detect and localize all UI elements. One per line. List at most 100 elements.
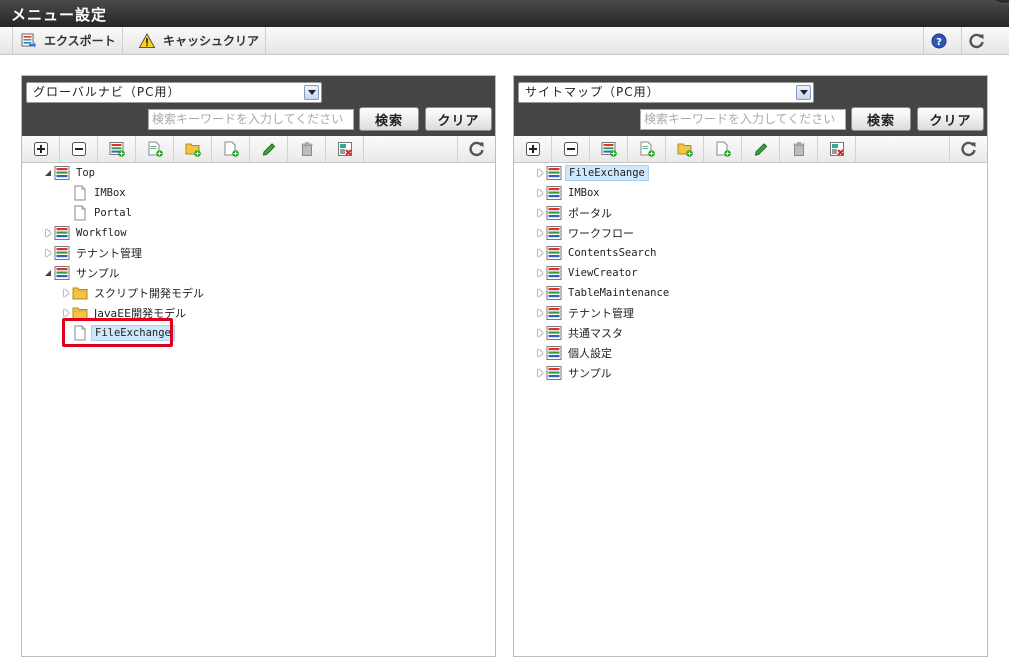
tree-node[interactable]: サンプル (536, 364, 615, 382)
expand-all-icon (525, 141, 541, 157)
menu-list-icon (546, 205, 562, 221)
left-tree-refresh-button[interactable] (457, 136, 495, 162)
collapsed-toggle-icon[interactable] (44, 248, 53, 258)
right-add-folder-button[interactable] (666, 136, 704, 162)
tree-node[interactable]: スクリプト開発モデル (62, 284, 207, 302)
menu-list-icon (546, 245, 562, 261)
menu-list-icon (546, 325, 562, 341)
right-edit-button[interactable] (742, 136, 780, 162)
expanded-toggle-icon[interactable] (44, 268, 53, 278)
left-add-folder-button[interactable] (174, 136, 212, 162)
tree-node[interactable]: ポータル (536, 204, 615, 222)
add-page-icon (639, 141, 655, 157)
refresh-icon (960, 141, 977, 157)
tree-node[interactable]: IMBox (62, 184, 129, 202)
left-add-menu-button[interactable] (98, 136, 136, 162)
right-search-input[interactable]: 検索キーワードを入力してください (640, 109, 846, 130)
tree-node[interactable]: サンプル (44, 264, 123, 282)
tree-node-label: IMBox (568, 187, 600, 199)
menu-list-icon (546, 305, 562, 321)
tree-node-label: Top (76, 167, 95, 179)
tree-node-label: サンプル (76, 267, 120, 280)
right-expand-all-button[interactable] (514, 136, 552, 162)
right-add-page-button[interactable] (628, 136, 666, 162)
collapse-all-icon (71, 141, 87, 157)
right-tree-refresh-button[interactable] (949, 136, 987, 162)
right-add-menu-button[interactable] (590, 136, 628, 162)
tree-node[interactable]: 共通マスタ (536, 324, 626, 342)
add-item-icon (715, 141, 731, 157)
tree-node[interactable]: IMBox (536, 184, 603, 202)
tree-node-label: テナント管理 (76, 247, 142, 260)
tree-node[interactable]: テナント管理 (44, 244, 145, 262)
tree-node-label: FileExchange (565, 165, 649, 181)
collapsed-toggle-icon[interactable] (62, 288, 71, 298)
left-add-page-button[interactable] (136, 136, 174, 162)
tree-node-label: ContentsSearch (568, 247, 657, 259)
tree-node[interactable]: 個人設定 (536, 344, 615, 362)
main-toolbar: エクスポート キャッシュクリア ? (0, 27, 1009, 55)
left-search-button[interactable]: 検索 (359, 107, 419, 131)
tree-node[interactable]: ワークフロー (536, 224, 637, 242)
right-search-button[interactable]: 検索 (851, 107, 911, 131)
collapsed-toggle-icon[interactable] (536, 168, 545, 178)
collapsed-toggle-icon[interactable] (536, 368, 545, 378)
right-clear-button[interactable]: クリア (917, 107, 984, 131)
left-edit-button[interactable] (250, 136, 288, 162)
tree-node[interactable]: TableMaintenance (536, 284, 672, 302)
collapse-all-icon (563, 141, 579, 157)
tree-node[interactable]: ContentsSearch (536, 244, 660, 262)
add-menu-icon (109, 141, 125, 157)
left-tree-toolbar (22, 136, 495, 163)
right-tree-toolbar (514, 136, 987, 163)
left-move-button[interactable] (326, 136, 364, 162)
collapsed-toggle-icon[interactable] (536, 188, 545, 198)
expanded-toggle-icon[interactable] (44, 168, 53, 178)
left-clear-button[interactable]: クリア (425, 107, 492, 131)
left-expand-all-button[interactable] (22, 136, 60, 162)
collapsed-toggle-icon[interactable] (536, 248, 545, 258)
tree-node[interactable]: テナント管理 (536, 304, 637, 322)
tree-node[interactable]: ViewCreator (536, 264, 641, 282)
left-collapse-all-button[interactable] (60, 136, 98, 162)
export-button[interactable]: エクスポート (14, 27, 123, 54)
menu-list-icon (546, 285, 562, 301)
tree-node-label: ポータル (568, 207, 612, 220)
right-panel-header: サイトマップ（PC用） 検索キーワードを入力してください 検索 クリア (514, 76, 987, 136)
highlight-box (62, 318, 173, 347)
corner-decoration (991, 0, 1009, 4)
right-move-button[interactable] (818, 136, 856, 162)
menu-list-icon (546, 365, 562, 381)
cache-clear-button[interactable]: キャッシュクリア (133, 27, 267, 54)
tree-node[interactable]: FileExchange (536, 164, 649, 182)
menu-list-icon (546, 185, 562, 201)
collapsed-toggle-icon[interactable] (44, 228, 53, 238)
collapsed-toggle-icon[interactable] (536, 328, 545, 338)
collapsed-toggle-icon[interactable] (536, 268, 545, 278)
right-add-item-button[interactable] (704, 136, 742, 162)
collapsed-toggle-icon[interactable] (536, 288, 545, 298)
left-delete-button[interactable] (288, 136, 326, 162)
chevron-down-icon (304, 85, 319, 100)
right-collapse-all-button[interactable] (552, 136, 590, 162)
left-add-item-button[interactable] (212, 136, 250, 162)
collapsed-toggle-icon[interactable] (536, 348, 545, 358)
menu-list-icon (546, 225, 562, 241)
right-delete-button[interactable] (780, 136, 818, 162)
export-icon (21, 33, 36, 48)
export-label: エクスポート (44, 34, 116, 48)
page-icon (72, 185, 88, 201)
left-menu-select[interactable]: グローバルナビ（PC用） (26, 82, 322, 103)
help-button[interactable]: ? (923, 27, 954, 54)
tree-node[interactable]: Workflow (44, 224, 130, 242)
tree-node[interactable]: Portal (62, 204, 135, 222)
collapsed-toggle-icon[interactable] (536, 208, 545, 218)
left-search-input[interactable]: 検索キーワードを入力してください (148, 109, 354, 130)
collapsed-toggle-icon[interactable] (536, 308, 545, 318)
refresh-page-button[interactable] (961, 27, 992, 54)
right-menu-select[interactable]: サイトマップ（PC用） (518, 82, 814, 103)
add-menu-icon (601, 141, 617, 157)
collapsed-toggle-icon[interactable] (536, 228, 545, 238)
tree-node[interactable]: Top (44, 164, 98, 182)
collapsed-toggle-icon[interactable] (62, 308, 71, 318)
